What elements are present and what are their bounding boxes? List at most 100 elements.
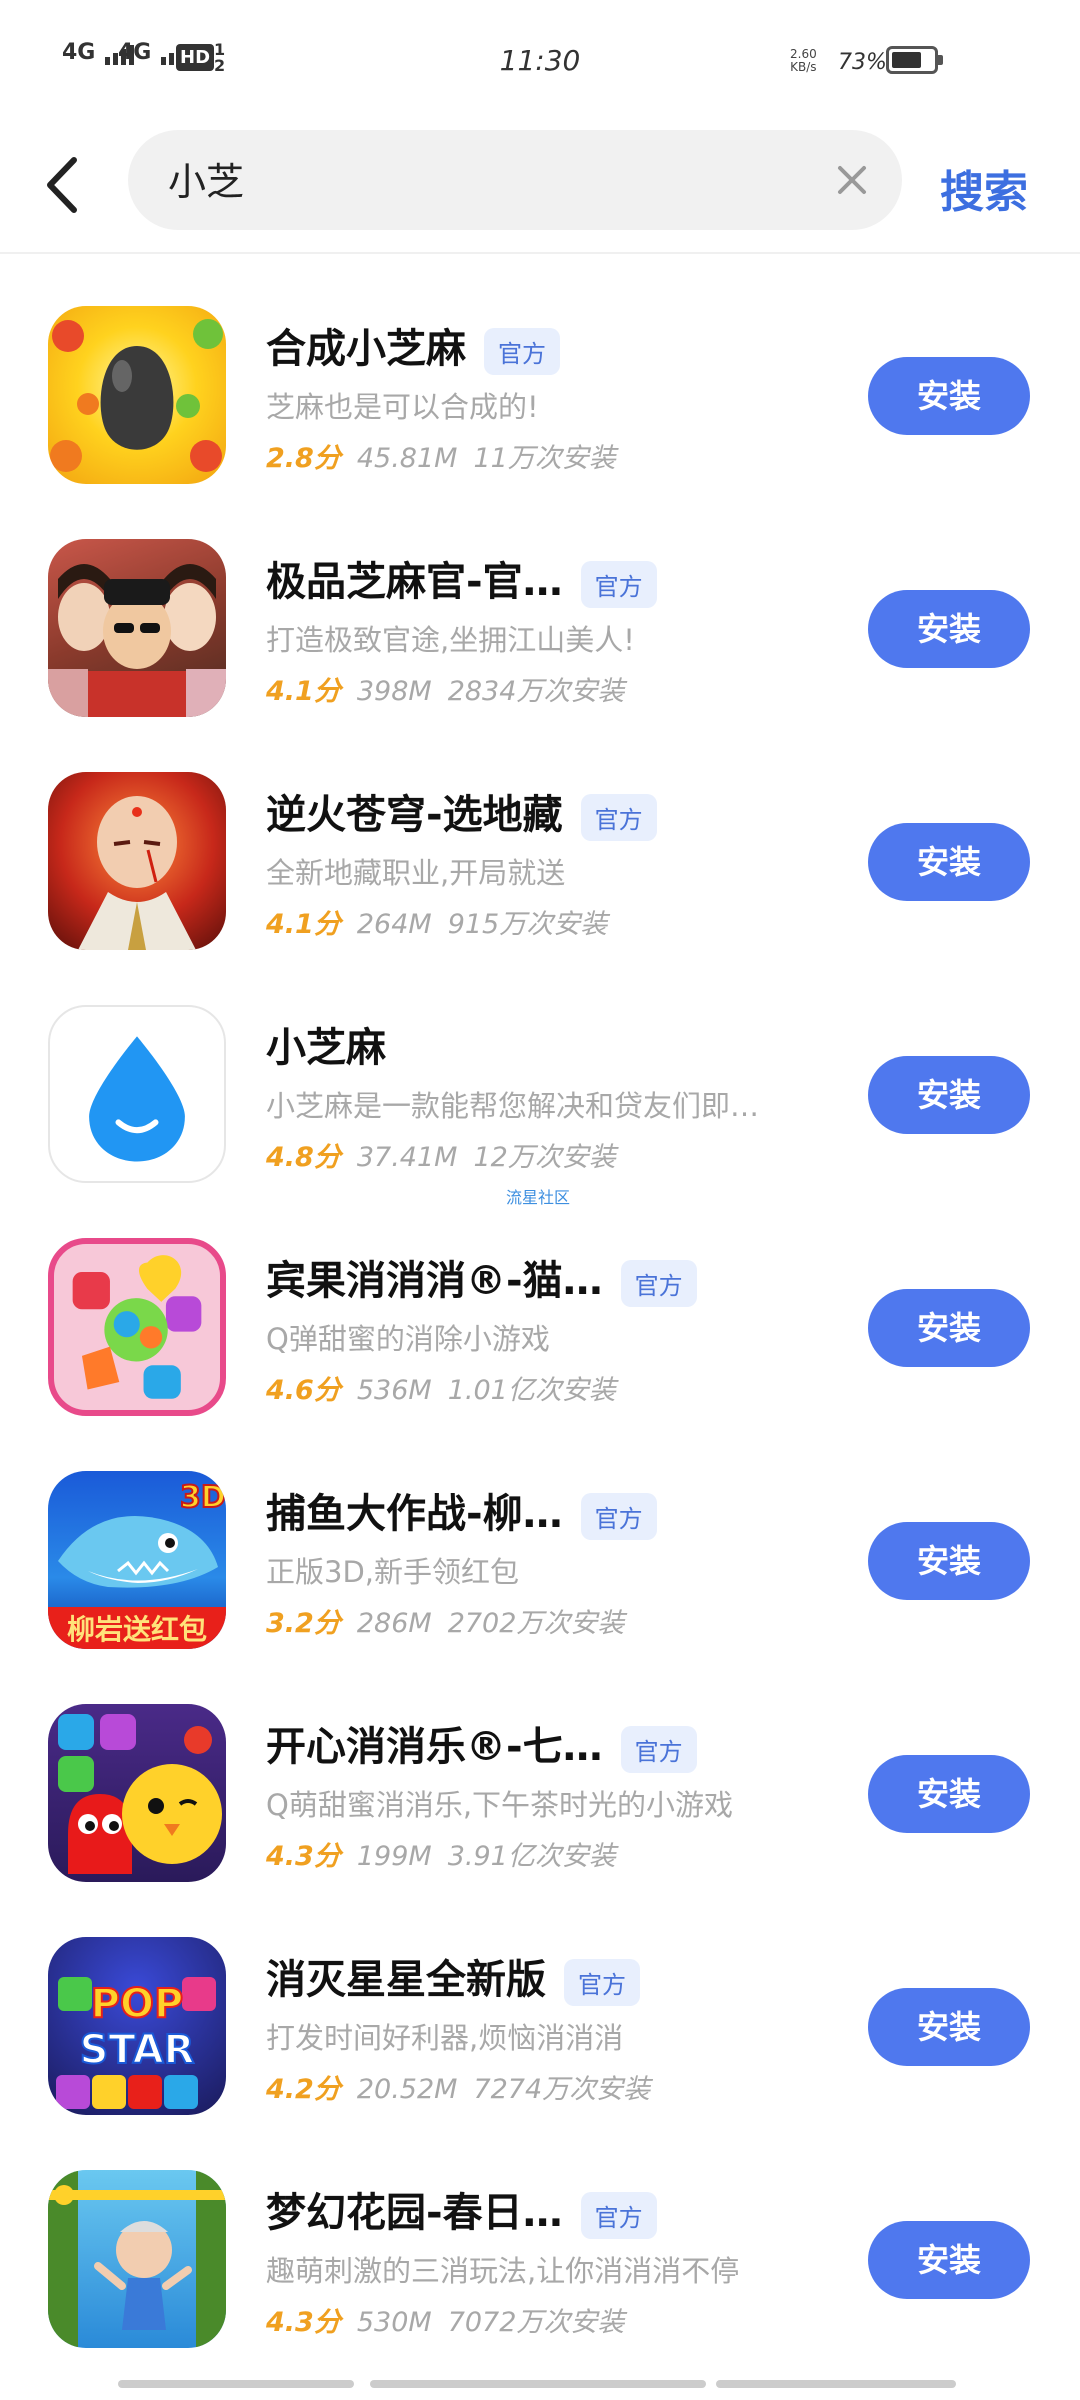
app-size: 286M bbox=[356, 1608, 432, 1639]
app-description: 打造极致官途,坐拥江山美人! bbox=[266, 623, 635, 657]
search-input[interactable] bbox=[168, 156, 728, 200]
app-installs: 915万次安装 bbox=[447, 909, 608, 940]
list-item[interactable]: 极品芝麻官-官… 官方 打造极致官途,坐拥江山美人! 4.1分 398M 2834万次… bbox=[0, 521, 1080, 754]
fish-3d-badge: 3D bbox=[180, 1480, 226, 1515]
official-badge: 官方 bbox=[580, 2191, 657, 2239]
app-rating: 2.8分 bbox=[266, 443, 341, 474]
official-badge: 官方 bbox=[620, 1259, 697, 1307]
list-item[interactable]: POP STAR 消灭星星全新版 官方 打发时间好利器,烦恼消消消 4.2分 20.… bbox=[0, 1919, 1080, 2152]
app-meta: 4.3分 530M 7072万次安装 bbox=[266, 2300, 624, 2339]
shark-icon: 3D 柳岩送红包 bbox=[48, 1479, 226, 1649]
app-icon bbox=[48, 1704, 226, 1882]
popstar-star-text: STAR bbox=[80, 2027, 195, 2073]
popstar-icon: POP STAR bbox=[56, 1977, 216, 2109]
app-icon: POP STAR bbox=[48, 1937, 226, 2115]
app-size: 45.81M bbox=[356, 443, 458, 474]
app-name-text: 宾果消消消®-猫… bbox=[266, 1258, 603, 1304]
official-badge: 官方 bbox=[620, 1725, 697, 1773]
app-installs: 12万次安装 bbox=[473, 1142, 616, 1173]
app-rating: 4.3分 bbox=[266, 2307, 341, 2338]
official-badge: 官方 bbox=[564, 1958, 640, 2006]
app-description: Q弹甜蜜的消除小游戏 bbox=[266, 1322, 550, 1356]
net-speed: 2.60 KB/s bbox=[790, 48, 817, 74]
app-rating: 4.8分 bbox=[266, 1142, 341, 1173]
app-description: 打发时间好利器,烦恼消消消 bbox=[266, 2021, 624, 2055]
sesame-seed-icon bbox=[50, 319, 223, 472]
app-meta: 4.3分 199M 3.91亿次安装 bbox=[266, 1834, 616, 1873]
list-item[interactable]: 开心消消乐®-七… 官方 Q萌甜蜜消消乐,下午茶时光的小游戏 4.3分 199M 3.… bbox=[0, 1686, 1080, 1919]
app-icon bbox=[48, 772, 226, 950]
app-name: 合成小芝麻 官方 bbox=[266, 316, 560, 375]
net-speed-value: 2.60 bbox=[790, 47, 817, 61]
install-button[interactable]: 安装 bbox=[868, 1056, 1030, 1134]
app-meta: 3.2分 286M 2702万次安装 bbox=[266, 1601, 624, 1640]
monk-warrior-icon bbox=[78, 796, 196, 950]
list-item[interactable]: 3D 柳岩送红包 捕鱼大作战-柳… 官方 正版3D,新手领红包 3.2分 286M 2… bbox=[0, 1453, 1080, 1686]
official-badge: 官方 bbox=[580, 560, 657, 608]
app-name-text: 逆火苍穹-选地藏 bbox=[266, 792, 563, 838]
app-description: 小芝麻是一款能帮您解决和贷友们即… bbox=[266, 1089, 760, 1123]
garden-pin-icon bbox=[48, 2170, 226, 2348]
popstar-pop-text: POP bbox=[91, 1981, 184, 2027]
app-rating: 3.2分 bbox=[266, 1608, 341, 1639]
app-size: 536M bbox=[356, 1375, 432, 1406]
app-rating: 4.2分 bbox=[266, 2074, 341, 2105]
app-meta: 4.1分 264M 915万次安装 bbox=[266, 902, 607, 941]
app-name: 小芝麻 bbox=[266, 1015, 386, 1073]
app-icon bbox=[48, 306, 226, 484]
app-icon: 3D 柳岩送红包 bbox=[48, 1471, 226, 1649]
app-name: 开心消消乐®-七… 官方 bbox=[266, 1714, 697, 1773]
app-installs: 7072万次安装 bbox=[447, 2307, 625, 2338]
app-name-text: 梦幻花园-春日… bbox=[266, 2190, 563, 2236]
official-badge: 官方 bbox=[580, 793, 657, 841]
app-installs: 3.91亿次安装 bbox=[447, 1841, 616, 1872]
app-name: 捕鱼大作战-柳… 官方 bbox=[266, 1481, 657, 1540]
app-installs: 2702万次安装 bbox=[447, 1608, 625, 1639]
app-description: Q萌甜蜜消消乐,下午茶时光的小游戏 bbox=[266, 1788, 734, 1822]
install-button[interactable]: 安装 bbox=[868, 590, 1030, 668]
app-installs: 1.01亿次安装 bbox=[447, 1375, 616, 1406]
status-bar: 4G 4G HD 12 11:30 2.60 KB/s 73% bbox=[0, 0, 1080, 120]
app-size: 398M bbox=[356, 676, 432, 707]
fish-banner-text: 柳岩送红包 bbox=[67, 1613, 207, 1646]
app-rating: 4.6分 bbox=[266, 1375, 341, 1406]
app-meta: 4.2分 20.52M 7274万次安装 bbox=[266, 2067, 650, 2106]
official-characters-icon bbox=[48, 564, 226, 717]
app-description: 全新地藏职业,开局就送 bbox=[266, 856, 566, 890]
app-meta: 2.8分 45.81M 11万次安装 bbox=[266, 436, 616, 475]
search-button[interactable]: 搜索 bbox=[940, 156, 1028, 220]
app-rating: 4.1分 bbox=[266, 909, 341, 940]
app-name: 梦幻花园-春日… 官方 bbox=[266, 2180, 657, 2239]
install-button[interactable]: 安装 bbox=[868, 1755, 1030, 1833]
app-size: 530M bbox=[356, 2307, 432, 2338]
list-item[interactable]: 梦幻花园-春日… 官方 趣萌刺激的三消玩法,让你消消消不停 4.3分 530M 707… bbox=[0, 2152, 1080, 2385]
app-installs: 7274万次安装 bbox=[473, 2074, 651, 2105]
app-name-text: 捕鱼大作战-柳… bbox=[266, 1491, 563, 1537]
install-button[interactable]: 安装 bbox=[868, 2221, 1030, 2299]
app-size: 37.41M bbox=[356, 1142, 458, 1173]
app-meta: 4.1分 398M 2834万次安装 bbox=[266, 669, 624, 708]
list-item[interactable]: 合成小芝麻 官方 芝麻也是可以合成的! 2.8分 45.81M 11万次安装 安装 bbox=[0, 288, 1080, 521]
back-arrow-icon[interactable] bbox=[36, 148, 96, 222]
app-icon bbox=[48, 2170, 226, 2348]
app-name-text: 极品芝麻官-官… bbox=[266, 559, 563, 605]
happy-chick-icon bbox=[58, 1714, 222, 1874]
app-size: 20.52M bbox=[356, 2074, 458, 2105]
battery-icon bbox=[886, 46, 943, 74]
install-button[interactable]: 安装 bbox=[868, 357, 1030, 435]
app-name-text: 开心消消乐®-七… bbox=[266, 1724, 603, 1770]
app-name: 极品芝麻官-官… 官方 bbox=[266, 549, 657, 608]
install-button[interactable]: 安装 bbox=[868, 1522, 1030, 1600]
app-size: 199M bbox=[356, 1841, 432, 1872]
install-button[interactable]: 安装 bbox=[868, 1988, 1030, 2066]
clear-icon[interactable] bbox=[832, 160, 872, 200]
list-item[interactable]: 宾果消消消®-猫… 官方 Q弹甜蜜的消除小游戏 4.6分 536M 1.01亿次安装 … bbox=[0, 1220, 1080, 1453]
install-button[interactable]: 安装 bbox=[868, 1289, 1030, 1367]
app-installs: 2834万次安装 bbox=[447, 676, 625, 707]
list-item[interactable]: 逆火苍穹-选地藏 官方 全新地藏职业,开局就送 4.1分 264M 915万次安装 安… bbox=[0, 754, 1080, 987]
install-button[interactable]: 安装 bbox=[868, 823, 1030, 901]
candy-icon bbox=[72, 1255, 202, 1399]
app-meta: 4.6分 536M 1.01亿次安装 bbox=[266, 1368, 616, 1407]
scroll-indicator bbox=[0, 2380, 1080, 2390]
search-box[interactable] bbox=[128, 130, 902, 230]
